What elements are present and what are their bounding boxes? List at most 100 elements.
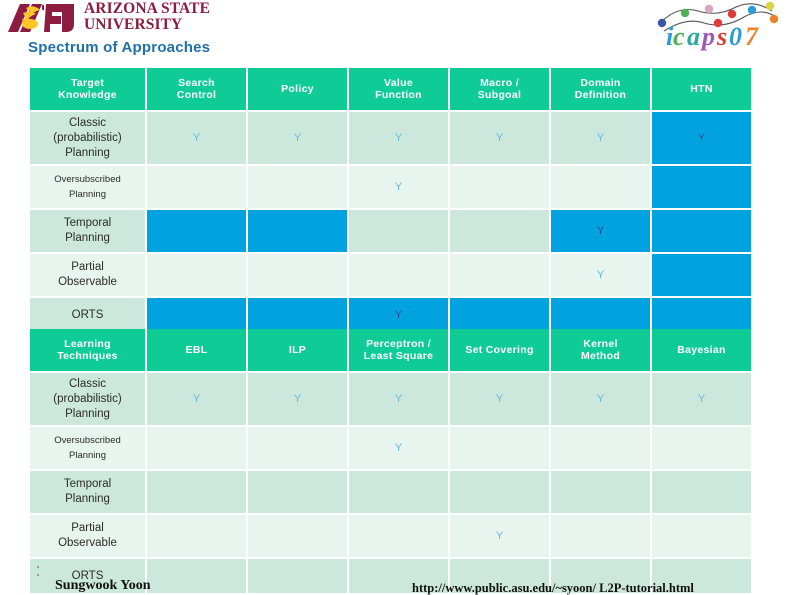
cell-0-1: Y (248, 112, 347, 164)
checkmark-y: Y (596, 132, 605, 144)
cell-3-1 (248, 515, 347, 557)
table-row: Oversubscribed Planning Y (30, 166, 751, 208)
spectrum-table-target-knowledge: Target Knowledge Search Control Policy Val… (28, 66, 753, 334)
column-header-macro-subgoal: Macro / Subgoal (450, 68, 549, 110)
cell-2-5 (652, 210, 751, 252)
footer-author: Sungwook Yoon (55, 578, 151, 593)
table-header-row: Learning Techniques EBL ILP Perceptron / L… (30, 329, 751, 371)
checkmark-y: Y (495, 530, 504, 542)
cell-2-4: Y (551, 210, 650, 252)
cell-2-5 (652, 471, 751, 513)
cell-3-1 (248, 254, 347, 296)
slide-canvas: ARIZONA STATE UNIVERSITY i c a p s 0 7 S… (0, 0, 794, 595)
cell-3-5 (652, 254, 751, 296)
cell-0-0: Y (147, 112, 246, 164)
cell-3-4: Y (551, 254, 650, 296)
cell-0-3: Y (450, 373, 549, 425)
cell-0-1: Y (248, 373, 347, 425)
cell-3-5 (652, 515, 751, 557)
cell-1-3 (450, 427, 549, 469)
table-row: Oversubscribed Planning Y (30, 427, 751, 469)
checkmark-y: Y (192, 393, 201, 405)
checkmark-y: Y (293, 132, 302, 144)
checkmark-y: Y (394, 442, 403, 454)
cell-0-0: Y (147, 373, 246, 425)
checkmark-y: Y (293, 393, 302, 405)
asu-pitchfork-icon (8, 4, 74, 32)
svg-text:s: s (716, 22, 727, 51)
cell-0-2: Y (349, 373, 448, 425)
edge-tick-mark (37, 566, 39, 568)
cell-1-5 (652, 166, 751, 208)
cell-0-4: Y (551, 112, 650, 164)
cell-1-2: Y (349, 166, 448, 208)
table-body: Classic (probabilistic) Planning Y Y Y Y Y Y Over… (30, 373, 751, 593)
cell-4-1 (248, 559, 347, 593)
column-header-ebl: EBL (147, 329, 246, 371)
row-label-classic-probabilistic-planning: Classic (probabilistic) Planning (30, 373, 145, 425)
cell-2-2 (349, 471, 448, 513)
checkmark-y: Y (394, 393, 403, 405)
cell-1-3 (450, 166, 549, 208)
column-header-policy: Policy (248, 68, 347, 110)
checkmark-y: Y (697, 132, 706, 144)
cell-0-2: Y (349, 112, 448, 164)
checkmark-y: Y (697, 393, 706, 405)
svg-text:0: 0 (729, 22, 742, 51)
cell-1-4 (551, 166, 650, 208)
cell-1-5 (652, 427, 751, 469)
table-body: Classic (probabilistic) Planning Y Y Y Y Y Y Over… (30, 112, 751, 332)
row-label-oversubscribed-planning: Oversubscribed Planning (30, 427, 145, 469)
table-row: Partial Observable Y (30, 254, 751, 296)
row-label-partial-observable: Partial Observable (30, 254, 145, 296)
cell-1-1 (248, 427, 347, 469)
table-row: Temporal Planning (30, 471, 751, 513)
cell-4-0 (147, 559, 246, 593)
cell-2-3 (450, 210, 549, 252)
table-row: Classic (probabilistic) Planning Y Y Y Y Y Y (30, 373, 751, 425)
cell-1-0 (147, 427, 246, 469)
row-label-partial-observable: Partial Observable (30, 515, 145, 557)
column-header-kernel-method: Kernel Method (551, 329, 650, 371)
cell-3-0 (147, 254, 246, 296)
checkmark-y: Y (596, 393, 605, 405)
svg-text:p: p (700, 22, 715, 51)
cell-0-4: Y (551, 373, 650, 425)
asu-wordmark: ARIZONA STATE UNIVERSITY (84, 1, 236, 35)
icaps-2007-logo-icon: i c a p s 0 7 (657, 1, 779, 51)
cell-0-3: Y (450, 112, 549, 164)
cell-2-0 (147, 210, 246, 252)
edge-tick-mark (37, 574, 39, 576)
column-header-domain-definition: Domain Definition (551, 68, 650, 110)
cell-2-3 (450, 471, 549, 513)
cell-3-0 (147, 515, 246, 557)
footer-url[interactable]: http://www.public.asu.edu/~syoon/ L2P-tu… (412, 581, 694, 595)
column-header-bayesian: Bayesian (652, 329, 751, 371)
table-row: Partial Observable Y (30, 515, 751, 557)
column-header-search-control: Search Control (147, 68, 246, 110)
svg-text:a: a (687, 22, 700, 51)
cell-1-2: Y (349, 427, 448, 469)
cell-3-2 (349, 515, 448, 557)
checkmark-y: Y (192, 132, 201, 144)
checkmark-y: Y (394, 181, 403, 193)
cell-0-5: Y (652, 373, 751, 425)
cell-2-1 (248, 471, 347, 513)
asu-wordmark-line1: ARIZONA STATE (84, 0, 211, 17)
spectrum-table-learning-techniques: Learning Techniques EBL ILP Perceptron / L… (28, 327, 753, 595)
svg-text:7: 7 (745, 22, 759, 51)
cell-3-3 (450, 254, 549, 296)
checkmark-y: Y (495, 132, 504, 144)
table-row: Classic (probabilistic) Planning Y Y Y Y Y Y (30, 112, 751, 164)
cell-1-0 (147, 166, 246, 208)
checkmark-y: Y (394, 309, 403, 321)
column-header-set-covering: Set Covering (450, 329, 549, 371)
checkmark-y: Y (394, 132, 403, 144)
cell-2-1 (248, 210, 347, 252)
row-label-temporal-planning: Temporal Planning (30, 471, 145, 513)
column-header-learning-techniques: Learning Techniques (30, 329, 145, 371)
cell-2-0 (147, 471, 246, 513)
cell-3-3: Y (450, 515, 549, 557)
checkmark-y: Y (495, 393, 504, 405)
column-header-value-function: Value Function (349, 68, 448, 110)
